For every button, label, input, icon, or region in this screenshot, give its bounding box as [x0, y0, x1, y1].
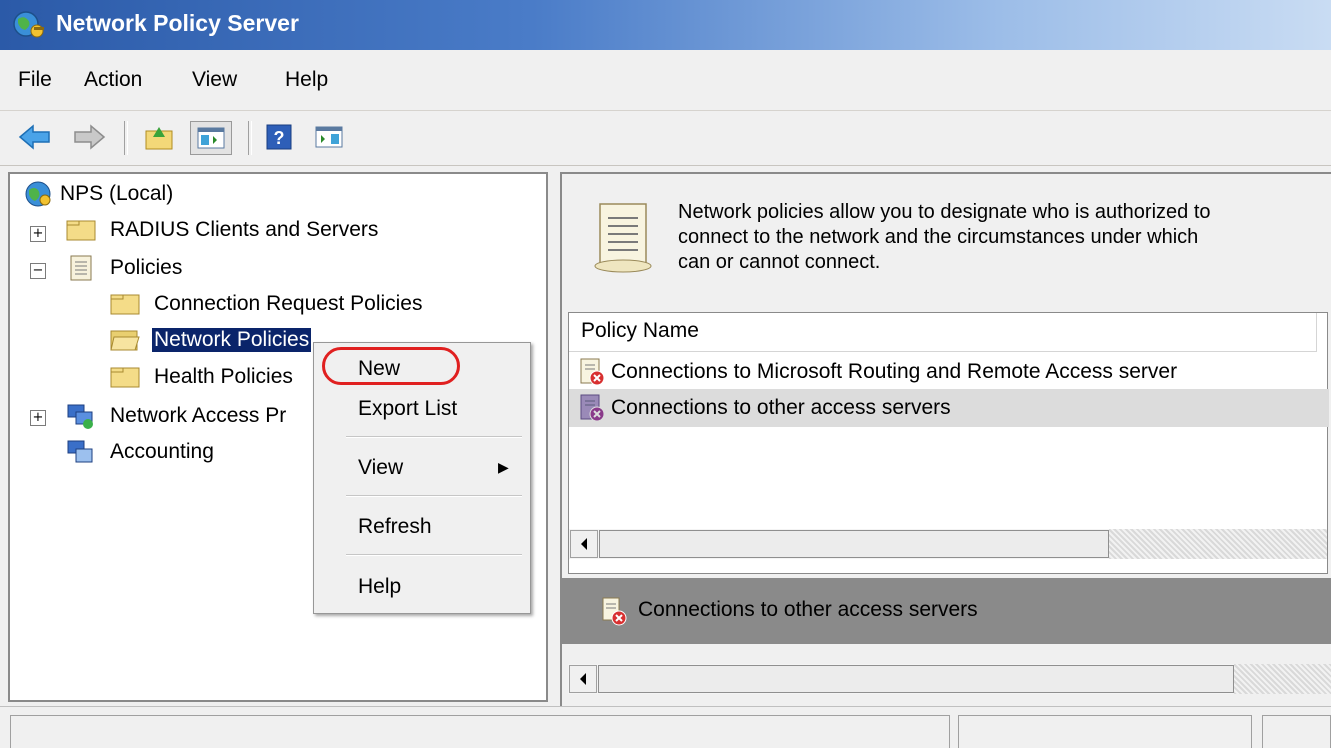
folder-icon [110, 367, 140, 388]
policy-disabled-icon [580, 394, 605, 422]
description-line: Network policies allow you to designate … [678, 201, 1211, 223]
menu-bar: File Action View Help [0, 50, 1331, 111]
accounting-computers-icon [67, 440, 93, 463]
list-horizontal-scrollbar[interactable] [569, 529, 1327, 559]
menu-item-export-list[interactable]: Export List [358, 397, 457, 421]
scrollbar-track[interactable] [1234, 664, 1331, 694]
collapse-button[interactable]: − [30, 263, 46, 279]
tree-label: Connection Request Policies [154, 292, 423, 315]
up-folder-icon[interactable] [142, 121, 176, 153]
open-folder-icon [110, 330, 140, 351]
nap-computers-icon [67, 404, 93, 429]
expand-button[interactable]: + [30, 226, 46, 242]
submenu-arrow-icon: ▶ [498, 459, 509, 475]
status-panel [1262, 715, 1331, 748]
menu-item-view[interactable]: View [358, 456, 403, 480]
column-header-label: Policy Name [581, 319, 699, 342]
policy-disabled-icon [602, 597, 627, 626]
policy-row-label: Connections to Microsoft Routing and Rem… [611, 360, 1178, 383]
tree-label: Network Access Pr [110, 404, 287, 427]
folder-icon [110, 294, 140, 315]
tree-item-connection-request-policies[interactable]: Connection Request Policies [110, 292, 423, 316]
menu-item-help[interactable]: Help [358, 575, 401, 599]
menu-separator [346, 554, 522, 556]
scroll-left-button[interactable] [570, 530, 598, 558]
toolbar: ? [0, 111, 1331, 167]
menu-help[interactable]: Help [285, 68, 328, 92]
tree-item-accounting[interactable]: Accounting [66, 438, 214, 466]
menu-separator [346, 436, 522, 438]
tree-item-policies[interactable]: Policies [66, 254, 182, 282]
tree-item-nps-local[interactable]: NPS (Local) [24, 180, 173, 208]
forward-arrow-icon[interactable] [72, 121, 106, 153]
policy-row[interactable]: Connections to Microsoft Routing and Rem… [569, 353, 1329, 391]
description-line: connect to the network and the circumsta… [678, 226, 1199, 248]
annotation-highlight-circle [322, 347, 460, 385]
show-hide-action-pane-icon[interactable] [312, 121, 346, 153]
help-icon[interactable]: ? [262, 121, 296, 153]
description-text: Network policies allow you to designate … [678, 200, 1318, 275]
menu-action[interactable]: Action [84, 68, 142, 92]
menu-file[interactable]: File [18, 68, 52, 92]
policy-disabled-icon [580, 358, 605, 386]
results-pane: Network policies allow you to designate … [560, 172, 1331, 706]
tree-item-radius-clients[interactable]: RADIUS Clients and Servers [66, 218, 378, 242]
globe-server-icon [25, 181, 51, 207]
title-bar[interactable]: Network Policy Server [0, 0, 1331, 50]
policy-row-label: Connections to other access servers [611, 396, 951, 419]
detail-horizontal-scrollbar[interactable] [568, 664, 1331, 694]
status-panel [958, 715, 1252, 748]
expand-button[interactable]: + [30, 410, 46, 426]
policy-list[interactable]: Policy Name Connections to Microsoft Rou… [568, 312, 1329, 574]
tree-label: NPS (Local) [60, 182, 174, 205]
svg-text:?: ? [274, 128, 285, 148]
scrollbar-track[interactable] [1109, 529, 1327, 559]
tree-item-network-access-protection[interactable]: Network Access Pr [66, 402, 286, 430]
back-arrow-icon[interactable] [18, 121, 52, 153]
tree-item-health-policies[interactable]: Health Policies [110, 365, 293, 389]
status-bar [0, 706, 1331, 748]
description-line: can or cannot connect. [678, 251, 881, 273]
policy-scroll-icon [70, 255, 92, 281]
scrollbar-thumb[interactable] [598, 665, 1234, 693]
menu-view[interactable]: View [192, 68, 237, 92]
folder-icon [66, 220, 96, 241]
menu-item-refresh[interactable]: Refresh [358, 515, 432, 539]
menu-separator [346, 495, 522, 497]
tree-label-selected: Network Policies [152, 328, 312, 352]
detail-title: Connections to other access servers [638, 598, 978, 621]
show-hide-tree-icon[interactable] [190, 121, 232, 155]
tree-label: Policies [110, 256, 183, 279]
scrollbar-thumb[interactable] [599, 530, 1109, 558]
tree-label: RADIUS Clients and Servers [110, 218, 379, 241]
tree-label: Health Policies [154, 365, 293, 388]
policy-document-icon [594, 203, 652, 273]
toolbar-separator [248, 121, 252, 155]
tree-item-network-policies[interactable]: Network Policies [110, 328, 312, 352]
tree-label: Accounting [110, 440, 214, 463]
column-header-policy-name[interactable]: Policy Name [569, 313, 1317, 352]
nps-app-icon [13, 11, 44, 38]
scroll-left-button[interactable] [569, 665, 597, 693]
window-title: Network Policy Server [56, 10, 299, 36]
detail-panel: Connections to other access servers [562, 578, 1331, 644]
status-panel [10, 715, 950, 748]
toolbar-separator [124, 121, 128, 155]
policy-row[interactable]: Connections to other access servers [569, 389, 1329, 427]
